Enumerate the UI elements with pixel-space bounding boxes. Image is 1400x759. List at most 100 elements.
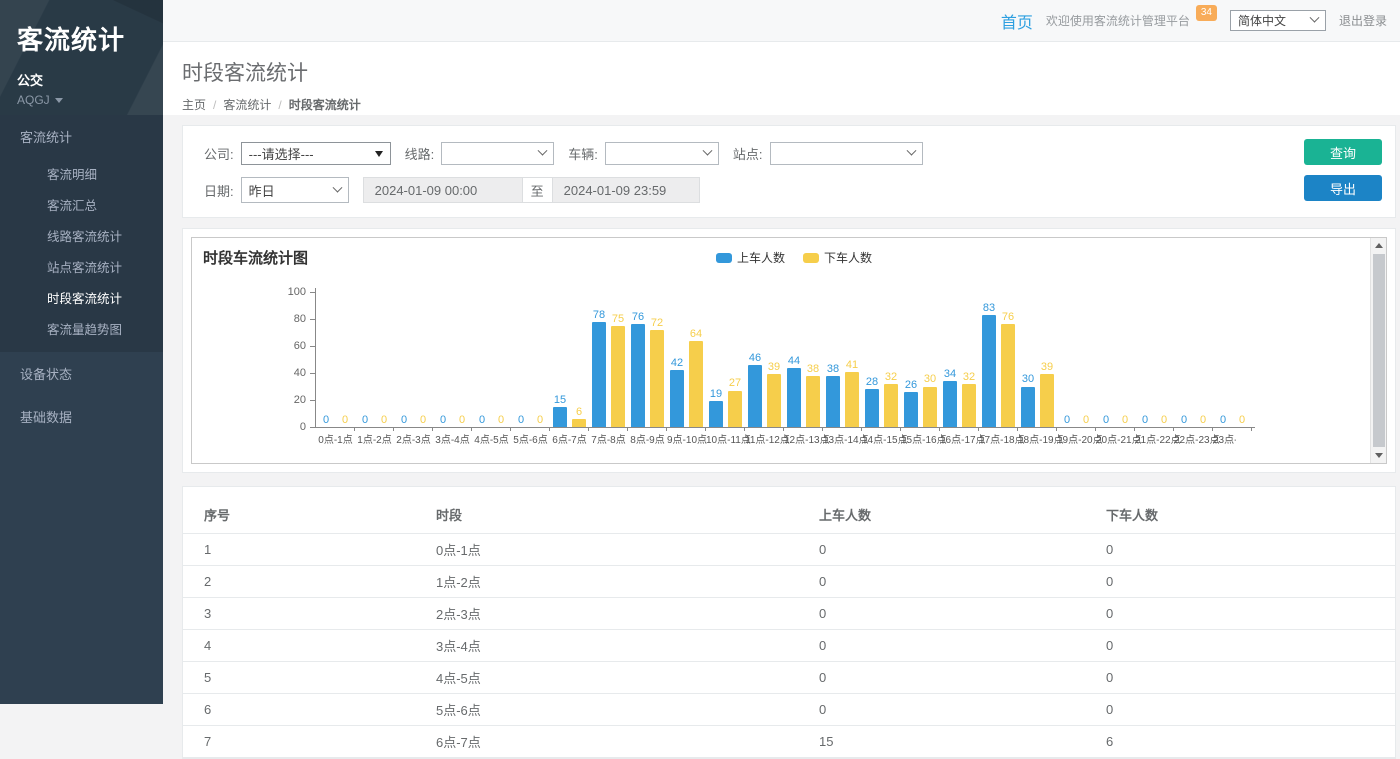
vehicle-label: 车辆:	[568, 144, 598, 163]
chart-scrollbar[interactable]	[1370, 238, 1386, 463]
bar-value-label: 0	[1064, 414, 1070, 426]
table-row: 21点-2点00	[183, 566, 1395, 598]
bar-wrap: 0	[1138, 292, 1152, 427]
legend-swatch-boarding	[716, 253, 732, 263]
table-cell: 0	[798, 630, 1085, 662]
bar-value-label: 42	[671, 357, 683, 369]
bar-group: 8376	[979, 292, 1018, 427]
bar-value-label: 38	[827, 363, 839, 375]
table-cell: 15	[798, 726, 1085, 758]
sidebar-item-device-status[interactable]: 设备状态	[0, 352, 163, 395]
station-select[interactable]	[770, 142, 923, 165]
date-end-input[interactable]	[552, 177, 700, 203]
org-code-dropdown[interactable]: AQGJ	[17, 93, 163, 107]
bar-value-label: 0	[518, 414, 524, 426]
bar-wrap: 78	[592, 292, 606, 427]
bar-alighting	[767, 374, 781, 427]
y-axis-tick-label: 80	[262, 313, 306, 325]
legend-item-boarding[interactable]: 上车人数	[716, 249, 785, 266]
bar-value-label: 0	[401, 414, 407, 426]
bar-group: 7875	[589, 292, 628, 427]
bar-value-label: 28	[866, 376, 878, 388]
bar-alighting	[728, 391, 742, 427]
scrollbar-thumb[interactable]	[1373, 254, 1385, 447]
bar-value-label: 0	[537, 414, 543, 426]
bar-wrap: 39	[767, 292, 781, 427]
bar-group: 00	[1096, 292, 1135, 427]
bar-value-label: 64	[690, 328, 702, 340]
sidebar-item-passenger-flow-stats[interactable]: 客流统计	[0, 115, 163, 158]
date-start-input[interactable]	[363, 177, 523, 203]
sidebar-item-flow-trend-chart[interactable]: 客流量趋势图	[0, 313, 163, 344]
page-title: 时段客流统计	[182, 57, 1400, 87]
bar-value-label: 0	[1122, 414, 1128, 426]
vehicle-select[interactable]	[605, 142, 719, 165]
breadcrumb-parent[interactable]: 客流统计	[223, 96, 271, 113]
sidebar-item-flow-summary[interactable]: 客流汇总	[0, 189, 163, 220]
sidebar-section-passenger-flow-stats: 客流统计客流明细客流汇总线路客流统计站点客流统计时段客流统计客流量趋势图	[0, 115, 163, 352]
bar-value-label: 26	[905, 379, 917, 391]
line-select[interactable]	[441, 142, 554, 165]
scrollbar-down-arrow[interactable]	[1371, 448, 1387, 463]
sidebar-item-base-data[interactable]: 基础数据	[0, 395, 163, 438]
table-cell: 0	[1085, 534, 1395, 566]
sidebar-item-station-flow-stats[interactable]: 站点客流统计	[0, 251, 163, 282]
x-axis-label: 9点-10点	[667, 431, 706, 446]
bar-wrap: 0	[455, 292, 469, 427]
logout-link[interactable]: 退出登录	[1339, 12, 1387, 29]
bar-wrap: 15	[553, 292, 567, 427]
date-preset-select[interactable]: 昨日	[241, 177, 349, 203]
home-link[interactable]: 首页	[1001, 9, 1033, 33]
export-button[interactable]: 导出	[1304, 175, 1382, 201]
x-axis-line	[315, 427, 1255, 428]
language-selected-value: 简体中文	[1238, 12, 1286, 29]
company-select[interactable]: ---请选择---	[241, 142, 391, 165]
x-axis-label: 1点-2点	[355, 431, 394, 446]
bar-wrap: 0	[358, 292, 372, 427]
triangle-down-icon	[1375, 453, 1383, 458]
bar-wrap: 41	[845, 292, 859, 427]
bar-group: 4438	[784, 292, 823, 427]
bar-wrap: 0	[436, 292, 450, 427]
breadcrumb-home[interactable]: 主页	[182, 96, 206, 113]
org-name: 公交	[17, 70, 163, 89]
table-cell: 4	[183, 630, 415, 662]
sidebar-submenu-passenger-flow-stats: 客流明细客流汇总线路客流统计站点客流统计时段客流统计客流量趋势图	[0, 158, 163, 352]
legend-item-alighting[interactable]: 下车人数	[803, 249, 872, 266]
x-axis-label: 10点-11点	[706, 431, 745, 446]
table-row: 65点-6点00	[183, 694, 1395, 726]
bar-value-label: 0	[420, 414, 426, 426]
language-select[interactable]: 简体中文	[1230, 10, 1326, 31]
breadcrumb: 主页 / 客流统计 / 时段客流统计	[182, 96, 1400, 113]
date-label: 日期:	[204, 181, 234, 200]
bar-value-label: 0	[459, 414, 465, 426]
breadcrumb-separator: /	[213, 98, 216, 112]
x-axis-label: 13点-14点	[823, 431, 862, 446]
table-cell: 6	[183, 694, 415, 726]
chevron-down-icon	[332, 182, 342, 192]
station-label: 站点:	[733, 144, 763, 163]
bar-wrap: 30	[1021, 292, 1035, 427]
welcome-text: 欢迎使用客流统计管理平台	[1046, 12, 1190, 29]
bar-alighting	[650, 330, 664, 427]
breadcrumb-separator: /	[278, 98, 281, 112]
sidebar-item-line-flow-stats[interactable]: 线路客流统计	[0, 220, 163, 251]
period-traffic-chart: 时段车流统计图 上车人数 下车人数 0204060801000000000000…	[191, 237, 1387, 464]
bar-alighting	[689, 341, 703, 427]
sidebar-item-flow-detail[interactable]: 客流明细	[0, 158, 163, 189]
app-title: 客流统计	[17, 20, 163, 57]
bar-value-label: 76	[1002, 311, 1014, 323]
x-axis-label: 17点-18点	[979, 431, 1018, 446]
scrollbar-up-arrow[interactable]	[1371, 238, 1387, 253]
notification-badge[interactable]: 34	[1196, 5, 1217, 21]
x-axis-label: 6点-7点	[550, 431, 589, 446]
table-cell: 7	[183, 726, 415, 758]
bar-wrap: 32	[962, 292, 976, 427]
query-button[interactable]: 查询	[1304, 139, 1382, 165]
sidebar-item-period-flow-stats[interactable]: 时段客流统计	[0, 282, 163, 313]
result-table-panel: 序号时段上车人数下车人数 10点-1点0021点-2点0032点-3点0043点…	[182, 486, 1396, 759]
bar-group: 4639	[745, 292, 784, 427]
table-cell: 3点-4点	[415, 630, 798, 662]
bar-boarding	[592, 322, 606, 427]
bar-value-label: 19	[710, 388, 722, 400]
